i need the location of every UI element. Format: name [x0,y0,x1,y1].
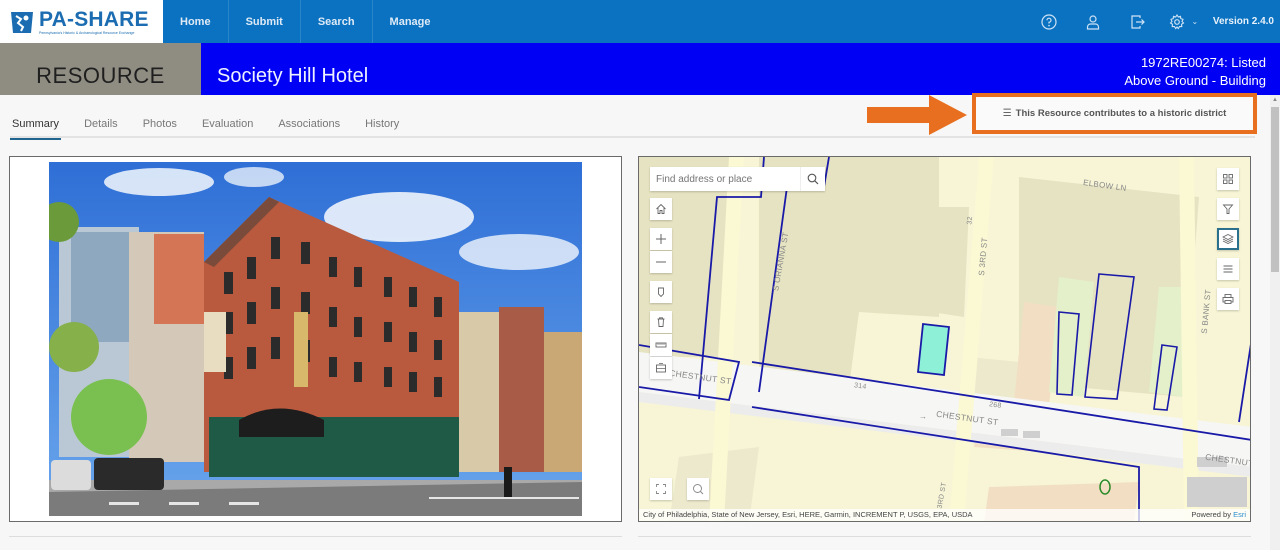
resource-id-status: 1972RE00274: Listed [1140,55,1266,70]
app-version: Version 2.4.0 [1212,16,1274,27]
map-print-button[interactable] [1217,288,1239,310]
tab-details[interactable]: Details [82,118,118,138]
main-nav: Home Submit Search Manage [163,0,448,43]
globe-search-icon [693,484,704,495]
app-subtitle: Pennsylvania's Historic & Archaeological… [39,30,135,35]
scroll-thumb[interactable] [1271,107,1279,272]
list-icon [1223,265,1233,273]
shield-locate-icon [658,287,664,298]
user-icon [1086,14,1099,30]
powered-by-esri[interactable]: Powered by Esri [1191,509,1246,521]
nav-manage[interactable]: Manage [373,0,448,43]
map-zoom-out-button[interactable] [650,251,672,273]
annotation-arrow-icon [867,95,967,135]
tab-associations[interactable]: Associations [276,118,340,138]
nav-search[interactable]: Search [301,0,373,43]
grid-qr-icon [1223,174,1233,184]
historic-district-notice[interactable]: ☰ This Resource contributes to a histori… [972,93,1257,134]
chevron-down-icon: ⌄ [1191,17,1199,26]
nav-utilities: ⌄ Version 2.4.0 [1027,0,1280,43]
nav-submit[interactable]: Submit [229,0,301,43]
esri-link[interactable]: Esri [1233,510,1246,519]
map-legend-button[interactable] [1217,258,1239,280]
map-search-box [650,167,825,191]
resource-meta: 1972RE00274: Listed Above Ground - Build… [1124,54,1266,90]
building-photo-illustration [49,162,582,516]
user-profile-button[interactable] [1071,0,1115,43]
plus-icon [656,234,666,244]
help-button[interactable] [1027,0,1071,43]
street-number-32: 32 [966,216,975,225]
hierarchy-list-icon: ☰ [1002,108,1012,119]
search-icon [807,173,819,185]
page-scrollbar[interactable]: ▲ [1270,95,1280,550]
basemap-gallery-icon [656,363,666,373]
map-canvas[interactable] [639,157,1251,522]
map-home-button[interactable] [650,198,672,220]
map-filter-button[interactable] [1217,198,1239,220]
settings-icon [1170,13,1185,30]
resource-photo[interactable] [49,162,582,516]
filter-icon [1222,204,1234,214]
map-attribution: City of Philadelphia, State of New Jerse… [639,509,1250,521]
tab-photos[interactable]: Photos [141,118,177,138]
top-nav-bar: PA-SHARE Pennsylvania's Historic & Archa… [0,0,1280,43]
ruler-icon [655,342,667,348]
settings-menu-button[interactable]: ⌄ [1159,13,1209,30]
help-icon [1041,13,1057,30]
panel-divider-right [638,536,1251,537]
tab-evaluation[interactable]: Evaluation [200,118,253,138]
one-way-arrow-icon: → [919,412,928,421]
minus-icon [656,261,666,263]
print-icon [1222,294,1234,304]
map-basemap-button[interactable] [650,357,672,379]
resource-header: RESOURCE Society Hill Hotel 1972RE00274:… [0,43,1280,95]
map-qr-button[interactable] [1217,168,1239,190]
tab-history[interactable]: History [363,118,399,138]
logout-button[interactable] [1115,0,1159,43]
historic-district-text: This Resource contributes to a historic … [1015,108,1227,119]
map-locate-button[interactable] [650,281,672,303]
resource-title: Society Hill Hotel [217,65,369,87]
resource-category: Above Ground - Building [1124,73,1266,88]
map-layers-button[interactable] [1217,228,1239,250]
map-attribution-text: City of Philadelphia, State of New Jerse… [643,510,973,519]
nav-home[interactable]: Home [163,0,229,43]
map-zoom-to-button[interactable] [687,478,709,500]
map-measure-button[interactable] [650,334,672,356]
app-title: PA-SHARE [39,7,149,31]
photo-panel [9,156,622,522]
map-delete-button[interactable] [650,311,672,333]
trash-icon [657,317,665,327]
expand-icon [656,484,666,494]
selected-parcel[interactable] [917,323,950,376]
logout-icon [1131,14,1145,29]
scroll-up-arrow-icon[interactable]: ▲ [1270,97,1280,107]
keystone-logo-icon [11,11,33,33]
resource-section-label: RESOURCE [0,43,201,95]
map-panel[interactable]: ELBOW LN S 3RD ST 32 S ORIANNA ST S BANK… [638,156,1251,522]
powered-by-text: Powered by [1191,510,1234,519]
panel-divider-left [9,536,622,537]
map-zoom-in-button[interactable] [650,228,672,250]
layers-icon [1222,234,1234,244]
map-search-input[interactable] [650,167,800,191]
app-logo[interactable]: PA-SHARE Pennsylvania's Historic & Archa… [0,0,163,43]
map-fullscreen-button[interactable] [650,478,672,500]
map-search-button[interactable] [800,167,825,191]
resource-section-text: RESOURCE [36,63,165,88]
home-icon [656,203,666,214]
tab-summary[interactable]: Summary [10,118,62,140]
